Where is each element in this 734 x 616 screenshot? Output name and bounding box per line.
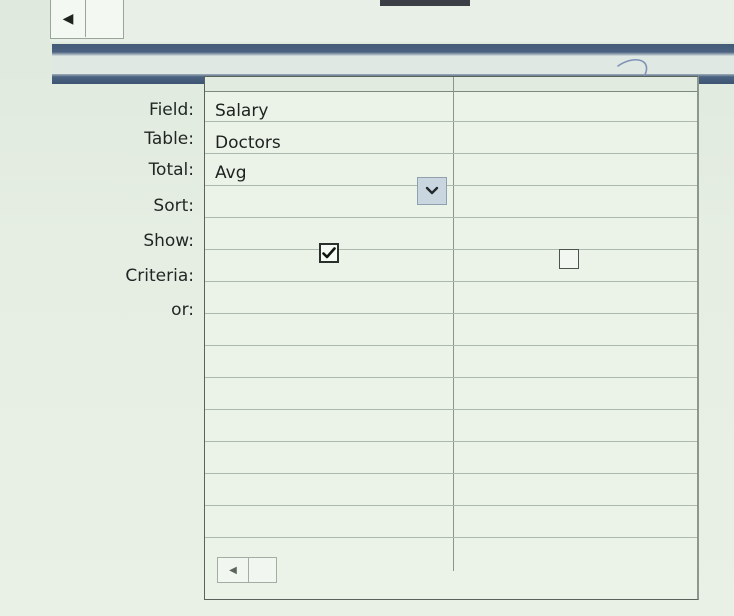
show-checkbox-col1[interactable] <box>319 243 339 263</box>
grid-row-line <box>205 121 697 122</box>
field-cell-col1[interactable]: Salary <box>215 101 268 121</box>
grid-row-line <box>205 185 697 186</box>
total-cell-col1[interactable]: Avg <box>215 163 247 183</box>
row-label-sort: Sort: <box>153 196 194 216</box>
table-cell-col1[interactable]: Doctors <box>215 133 281 153</box>
query-design-screen: ◀ Field: Table: Total: Sort: Show: Crite… <box>0 0 734 616</box>
scroll-left-arrow-icon[interactable]: ◀ <box>218 558 249 582</box>
table-pane-edge <box>380 0 470 6</box>
row-label-show: Show: <box>143 231 194 251</box>
grid-row-line <box>205 281 697 282</box>
grid-row-line <box>205 409 697 410</box>
scroll-left-arrow-icon[interactable]: ◀ <box>51 0 86 37</box>
grid-row-line <box>205 313 697 314</box>
table-pane-horizontal-scrollbar[interactable]: ◀ <box>50 0 124 39</box>
total-dropdown-button[interactable] <box>417 177 447 205</box>
column-selector-bar[interactable] <box>205 77 697 92</box>
grid-horizontal-scrollbar[interactable]: ◀ <box>217 557 277 583</box>
pane-splitter-handle[interactable] <box>52 56 734 74</box>
row-label-or: or: <box>171 300 194 320</box>
chevron-down-icon <box>425 186 439 195</box>
row-label-table: Table: <box>144 129 194 149</box>
grid-row-line <box>205 377 697 378</box>
grid-row-line <box>205 217 697 218</box>
show-checkbox-col2[interactable] <box>559 249 579 269</box>
row-label-total: Total: <box>148 160 194 180</box>
grid-row-line <box>205 153 697 154</box>
grid-row-line <box>205 249 697 250</box>
check-icon <box>322 247 336 259</box>
row-label-field: Field: <box>149 100 194 120</box>
grid-row-line <box>205 345 697 346</box>
query-design-grid: Salary Doctors Avg ◀ <box>204 76 699 600</box>
table-pane-area <box>50 0 734 42</box>
grid-row-line <box>205 505 697 506</box>
grid-row-line <box>205 473 697 474</box>
column-divider[interactable] <box>453 77 454 571</box>
grid-row-line <box>205 537 697 538</box>
grid-row-line <box>205 441 697 442</box>
row-label-criteria: Criteria: <box>125 266 194 286</box>
